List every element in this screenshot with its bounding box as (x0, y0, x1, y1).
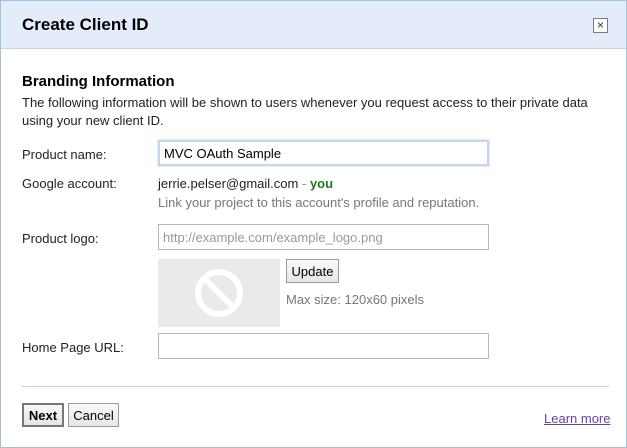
create-client-id-dialog: Create Client ID × Branding Information … (0, 0, 627, 448)
dialog-title: Create Client ID (22, 15, 149, 34)
google-account-value: jerrie.pelser@gmail.com - you (158, 176, 333, 191)
account-you-badge: you (309, 176, 334, 191)
no-image-icon (195, 269, 243, 317)
account-hint: Link your project to this account's prof… (158, 195, 480, 210)
section-heading: Branding Information (22, 73, 175, 90)
branding-description: The following information will be shown … (22, 95, 588, 128)
home-page-input[interactable] (158, 333, 489, 359)
logo-max-size: Max size: 120x60 pixels (286, 292, 425, 307)
close-icon[interactable]: × (593, 18, 608, 33)
account-email: jerrie.pelser@gmail.com (158, 176, 299, 191)
product-name-input[interactable] (158, 140, 489, 166)
product-logo-label: Product logo: (22, 231, 99, 246)
home-page-label: Home Page URL: (22, 340, 124, 355)
update-logo-button[interactable]: Update (286, 259, 339, 283)
dialog-titlebar: Create Client ID × (1, 1, 626, 49)
footer-divider (22, 386, 609, 387)
next-button[interactable]: Next (22, 403, 64, 427)
product-name-label: Product name: (22, 147, 107, 162)
cancel-button[interactable]: Cancel (68, 403, 119, 427)
logo-preview (158, 259, 280, 327)
google-account-label: Google account: (22, 176, 117, 191)
learn-more-link[interactable]: Learn more (544, 411, 610, 426)
account-separator: - (301, 176, 307, 191)
product-logo-input[interactable] (158, 224, 489, 250)
